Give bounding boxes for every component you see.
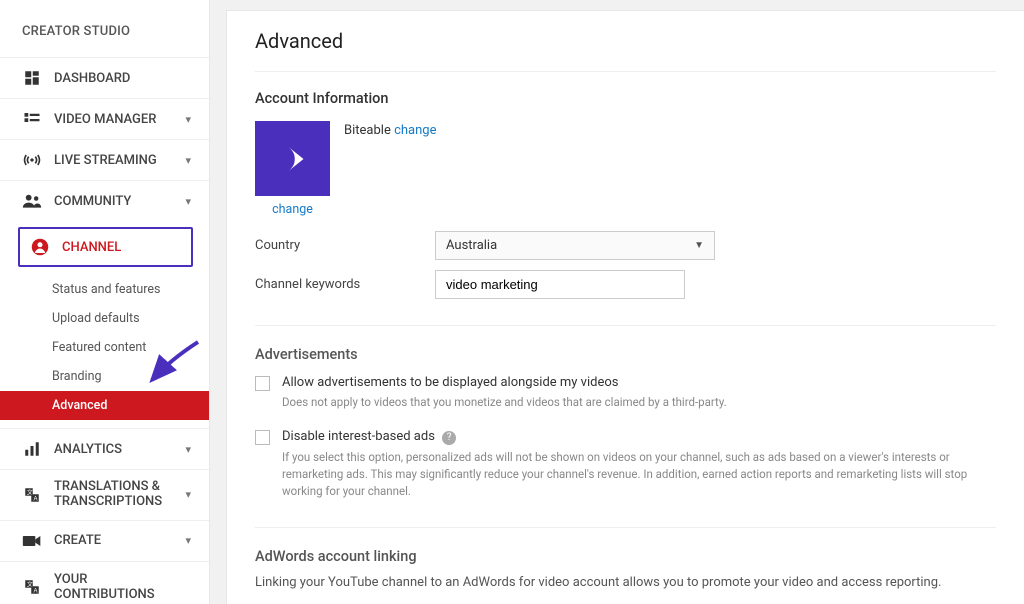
- country-label: Country: [255, 238, 435, 253]
- allow-ads-label: Allow advertisements to be displayed alo…: [282, 375, 996, 390]
- sub-item-status[interactable]: Status and features: [0, 275, 209, 304]
- sidebar-item-label: DASHBOARD: [54, 71, 191, 86]
- channel-name: Biteable: [344, 123, 391, 138]
- sidebar-item-label: ANALYTICS: [54, 442, 185, 457]
- sidebar-item-dashboard[interactable]: DASHBOARD: [0, 57, 209, 98]
- chevron-down-icon: ▾: [185, 443, 191, 456]
- chevron-down-icon: ▾: [185, 488, 191, 501]
- channel-avatar: [255, 121, 330, 196]
- community-icon: [22, 191, 42, 211]
- sub-item-branding[interactable]: Branding: [0, 362, 209, 391]
- channel-icon: [30, 237, 50, 257]
- chevron-down-icon: ▾: [185, 534, 191, 547]
- ads-section-title: Advertisements: [255, 346, 996, 363]
- allow-ads-checkbox[interactable]: [255, 376, 270, 391]
- sub-item-featured-content[interactable]: Featured content: [0, 333, 209, 362]
- sidebar-item-label: LIVE STREAMING: [54, 153, 185, 168]
- translate-icon: 文A: [22, 485, 42, 505]
- chevron-down-icon: ▾: [185, 195, 191, 208]
- help-icon[interactable]: ?: [442, 431, 456, 445]
- video-manager-icon: [22, 109, 42, 129]
- chevron-down-icon: ▼: [694, 240, 704, 251]
- dashboard-icon: [22, 68, 42, 88]
- sidebar-item-community[interactable]: COMMUNITY ▾: [0, 180, 209, 221]
- channel-submenu: Status and features Upload defaults Feat…: [0, 273, 209, 428]
- keywords-label: Channel keywords: [255, 277, 435, 292]
- country-value: Australia: [446, 238, 497, 253]
- sidebar-item-translations[interactable]: 文A TRANSLATIONS & TRANSCRIPTIONS ▾: [0, 469, 209, 520]
- avatar-change-link[interactable]: change: [272, 202, 313, 217]
- country-select[interactable]: Australia ▼: [435, 231, 715, 260]
- keywords-input[interactable]: [435, 270, 685, 299]
- account-info-title: Account Information: [255, 90, 996, 107]
- sidebar-title: CREATOR STUDIO: [0, 12, 209, 57]
- page-title: Advanced: [255, 29, 996, 72]
- disable-interest-ads-checkbox[interactable]: [255, 430, 270, 445]
- disable-interest-ads-label: Disable interest-based ads ?: [282, 429, 996, 445]
- sidebar-item-label: CREATE: [54, 533, 185, 548]
- sidebar-item-label: TRANSLATIONS & TRANSCRIPTIONS: [54, 480, 185, 510]
- sidebar-item-analytics[interactable]: ANALYTICS ▾: [0, 428, 209, 469]
- svg-text:A: A: [34, 496, 38, 502]
- sidebar-item-video-manager[interactable]: VIDEO MANAGER ▾: [0, 98, 209, 139]
- main-content: Advanced Account Information change Bite…: [226, 10, 1024, 604]
- sidebar-item-live-streaming[interactable]: LIVE STREAMING ▾: [0, 139, 209, 180]
- svg-text:A: A: [34, 588, 38, 594]
- chevron-down-icon: ▾: [185, 154, 191, 167]
- contributions-icon: 文A: [22, 577, 42, 597]
- adwords-desc: Linking your YouTube channel to an AdWor…: [255, 575, 996, 590]
- create-icon: [22, 531, 42, 551]
- sidebar-item-label: CHANNEL: [62, 240, 181, 255]
- adwords-title: AdWords account linking: [255, 548, 996, 565]
- divider: [255, 527, 996, 528]
- sidebar-item-contributions[interactable]: 文A YOUR CONTRIBUTIONS: [0, 561, 209, 604]
- analytics-icon: [22, 439, 42, 459]
- disable-interest-ads-sub: If you select this option, personalized …: [282, 449, 996, 501]
- divider: [255, 325, 996, 326]
- sidebar-item-label: YOUR CONTRIBUTIONS: [54, 572, 191, 602]
- sidebar-item-channel[interactable]: CHANNEL: [18, 227, 193, 267]
- sub-item-advanced[interactable]: Advanced: [0, 391, 209, 420]
- allow-ads-sub: Does not apply to videos that you moneti…: [282, 394, 996, 411]
- chevron-down-icon: ▾: [185, 113, 191, 126]
- channel-name-change-link[interactable]: change: [394, 123, 436, 138]
- sidebar-item-create[interactable]: CREATE ▾: [0, 520, 209, 561]
- live-streaming-icon: [22, 150, 42, 170]
- sidebar: CREATOR STUDIO DASHBOARD VIDEO MANAGER ▾…: [0, 0, 210, 604]
- sidebar-item-label: COMMUNITY: [54, 194, 185, 209]
- sidebar-item-label: VIDEO MANAGER: [54, 112, 185, 127]
- sub-item-upload-defaults[interactable]: Upload defaults: [0, 304, 209, 333]
